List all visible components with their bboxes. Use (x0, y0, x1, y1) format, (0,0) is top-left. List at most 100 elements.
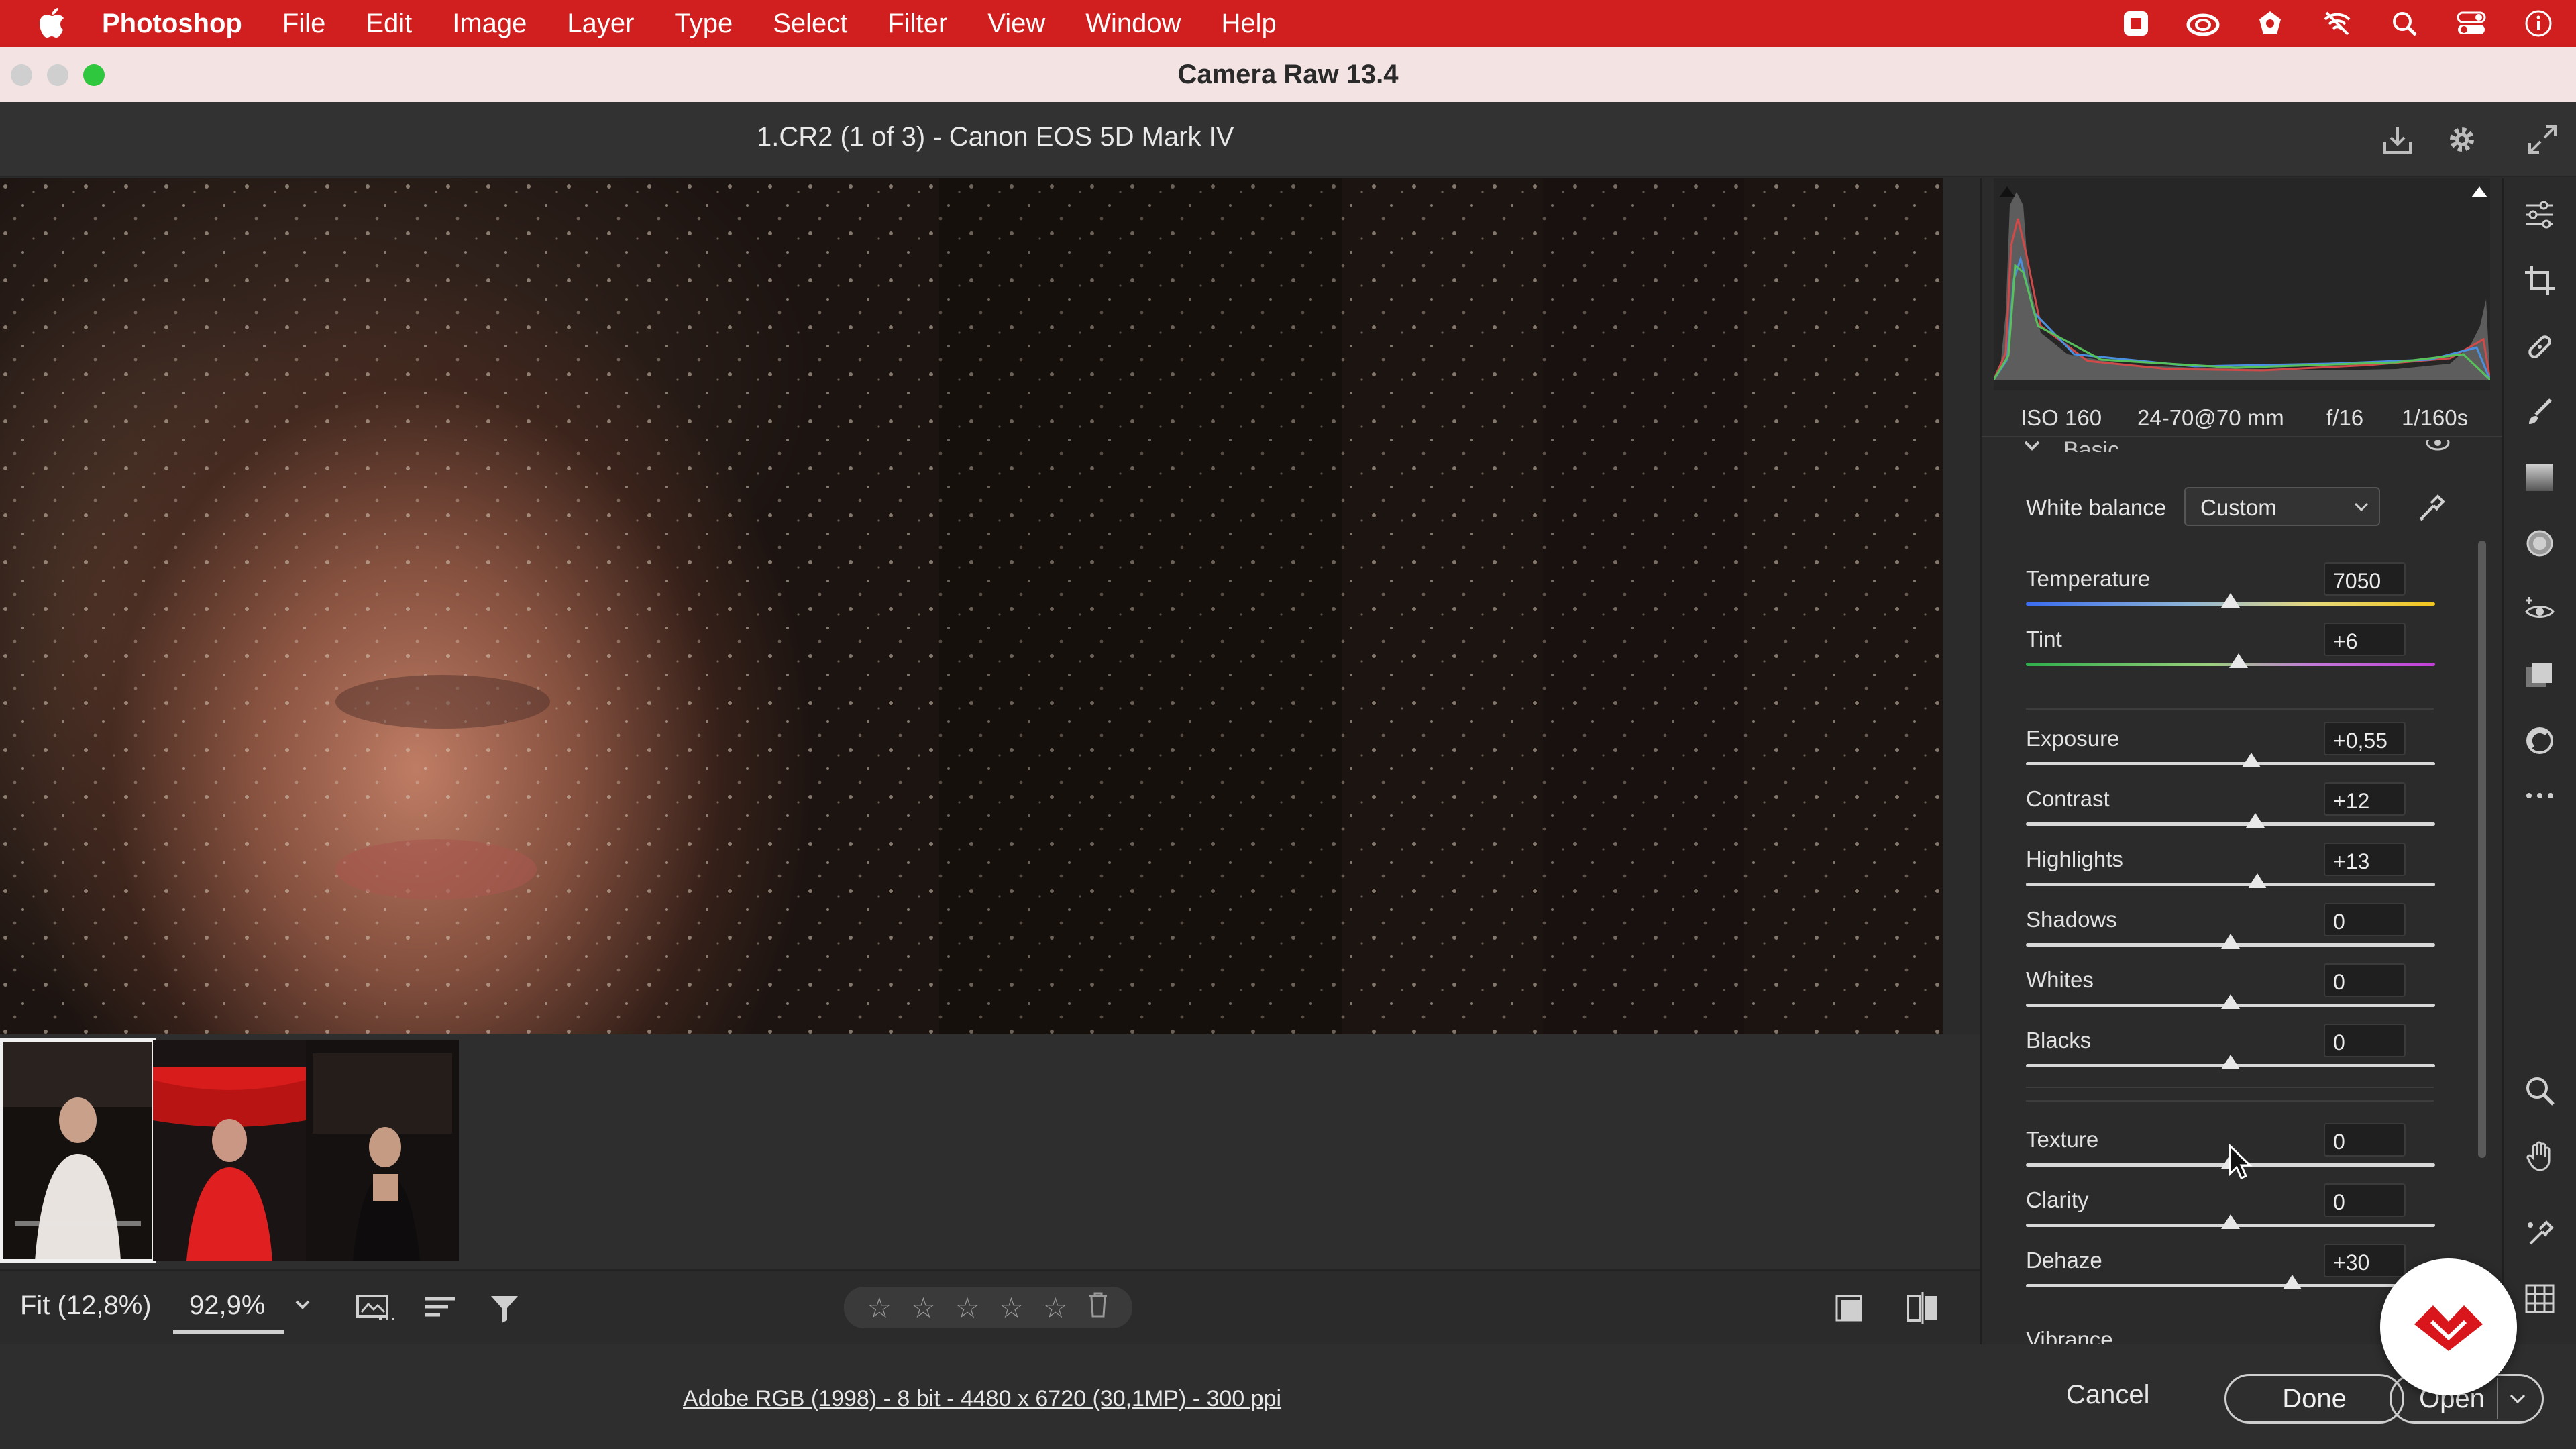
record-icon[interactable] (2118, 6, 2153, 41)
slider-track[interactable] (2026, 822, 2435, 826)
radial-filter-icon[interactable] (2520, 523, 2560, 564)
presets-icon[interactable] (2520, 720, 2560, 761)
clipping-shadow-icon[interactable] (1983, 182, 2010, 209)
healing-brush-icon[interactable] (2520, 326, 2560, 366)
close-window-button[interactable] (11, 64, 32, 86)
menu-type[interactable]: Type (654, 9, 753, 39)
grid-overlay-icon[interactable] (2520, 1279, 2560, 1319)
slider-value-input[interactable]: +13 (2324, 843, 2406, 876)
menu-layer[interactable]: Layer (547, 9, 654, 39)
menu-view[interactable]: View (967, 9, 1065, 39)
menu-file[interactable]: File (262, 9, 345, 39)
menu-image[interactable]: Image (432, 9, 547, 39)
filmstrip-thumbnail-1[interactable] (0, 1038, 156, 1263)
slider-thumb[interactable] (2221, 593, 2240, 608)
rating-star-icon[interactable]: ☆ (999, 1291, 1024, 1324)
workflow-options-link[interactable]: Adobe RGB (1998) - 8 bit - 4480 x 6720 (… (683, 1386, 1281, 1412)
slider-value-input[interactable]: 0 (2324, 963, 2406, 997)
minimize-window-button[interactable] (47, 64, 68, 86)
hand-tool-icon[interactable] (2520, 1136, 2560, 1177)
slider-thumb[interactable] (2241, 753, 2261, 767)
zoom-tool-icon[interactable] (2520, 1071, 2560, 1111)
slider-thumb[interactable] (2221, 994, 2240, 1009)
eyedropper-icon[interactable] (2415, 491, 2449, 525)
fullscreen-toggle-icon[interactable] (2522, 119, 2563, 160)
search-icon[interactable] (2387, 6, 2422, 41)
slider-thumb[interactable] (2229, 653, 2249, 668)
rating-star-icon[interactable]: ☆ (911, 1291, 936, 1324)
chevron-down-icon[interactable] (2497, 1378, 2537, 1419)
menu-filter[interactable]: Filter (867, 9, 967, 39)
slider-thumb[interactable] (2247, 873, 2267, 888)
menu-help[interactable]: Help (1201, 9, 1297, 39)
menu-edit[interactable]: Edit (345, 9, 432, 39)
slider-thumb[interactable] (2282, 1275, 2302, 1289)
red-eye-icon[interactable] (2520, 589, 2560, 629)
slider-thumb[interactable] (2245, 813, 2265, 828)
panel-scrollbar[interactable] (2478, 541, 2486, 1158)
slider-thumb[interactable] (2221, 934, 2240, 949)
filmstrip-thumbnail-2[interactable] (153, 1040, 306, 1261)
slider-track[interactable] (2026, 762, 2435, 765)
cancel-button[interactable]: Cancel (2062, 1379, 2154, 1411)
menu-window[interactable]: Window (1065, 9, 1201, 39)
graduated-filter-icon[interactable] (2520, 458, 2560, 498)
snapshots-icon[interactable] (2520, 655, 2560, 695)
filter-icon[interactable] (484, 1288, 525, 1328)
settings-gear-icon[interactable] (2442, 119, 2482, 160)
slider-value-input[interactable]: +30 (2324, 1244, 2406, 1277)
single-view-icon[interactable] (1829, 1288, 1869, 1328)
shutter-value: 1/160s (2402, 405, 2469, 430)
slider-value-input[interactable]: +12 (2324, 782, 2406, 816)
slider-value-input[interactable]: 7050 (2324, 562, 2406, 596)
image-preview[interactable] (0, 178, 1943, 1034)
slider-track[interactable] (2026, 1284, 2435, 1287)
slider-track[interactable] (2026, 883, 2435, 886)
slider-value-input[interactable]: 0 (2324, 1123, 2406, 1157)
wifi-off-icon[interactable] (2320, 6, 2355, 41)
save-image-icon[interactable] (2377, 119, 2418, 160)
basic-section-title[interactable]: Basic (2063, 437, 2119, 452)
chevron-down-icon[interactable] (292, 1291, 313, 1318)
slider-temperature: Temperature 7050 (2026, 562, 2435, 623)
slider-clarity: Clarity 0 (2026, 1183, 2435, 1244)
slider-value-input[interactable]: 0 (2324, 903, 2406, 936)
apple-icon[interactable] (34, 5, 70, 42)
more-options-icon[interactable] (2520, 775, 2560, 816)
slider-value-input[interactable]: +6 (2324, 623, 2406, 656)
window-title-bar: Camera Raw 13.4 (0, 47, 2576, 102)
trash-icon[interactable] (1087, 1291, 1110, 1324)
rating-star-icon[interactable]: ☆ (955, 1291, 980, 1324)
done-button[interactable]: Done (2224, 1374, 2404, 1424)
filmstrip-thumbnail-3[interactable] (306, 1040, 459, 1261)
info-icon[interactable] (2521, 6, 2556, 41)
slider-thumb[interactable] (2221, 1055, 2240, 1069)
slider-value-input[interactable]: 0 (2324, 1183, 2406, 1217)
fit-zoom-button[interactable]: Fit (12,8%) (20, 1291, 152, 1321)
zoom-level-field[interactable]: 92,9% (173, 1283, 284, 1334)
app-menu[interactable]: Photoshop (102, 9, 242, 39)
slider-label: Texture (2026, 1127, 2099, 1152)
edit-sliders-icon[interactable] (2520, 195, 2560, 235)
creative-cloud-icon[interactable] (2186, 6, 2220, 41)
rating-star-icon[interactable]: ☆ (1042, 1291, 1068, 1324)
color-sampler-icon[interactable] (2520, 1213, 2560, 1253)
sort-icon[interactable] (420, 1288, 460, 1328)
fullscreen-window-button[interactable] (83, 64, 105, 86)
slider-value-input[interactable]: +0,55 (2324, 722, 2406, 755)
control-center-icon[interactable] (2454, 6, 2489, 41)
slider-value-input[interactable]: 0 (2324, 1024, 2406, 1057)
crop-icon[interactable] (2520, 260, 2560, 301)
rating-star-icon[interactable]: ☆ (867, 1291, 892, 1324)
before-after-icon[interactable] (1902, 1288, 1943, 1328)
menu-select[interactable]: Select (753, 9, 867, 39)
sync-icon[interactable] (2253, 6, 2288, 41)
chevron-down-icon[interactable] (2023, 440, 2041, 452)
visibility-eye-icon[interactable] (2424, 440, 2451, 452)
slider-thumb[interactable] (2221, 1214, 2240, 1229)
adjustment-brush-icon[interactable] (2520, 392, 2560, 432)
filmstrip-view-icon[interactable] (354, 1288, 394, 1328)
status-bar: Adobe RGB (1998) - 8 bit - 4480 x 6720 (… (0, 1344, 2576, 1449)
clipping-highlight-icon[interactable] (2475, 182, 2502, 209)
white-balance-select[interactable]: Custom (2184, 487, 2380, 526)
